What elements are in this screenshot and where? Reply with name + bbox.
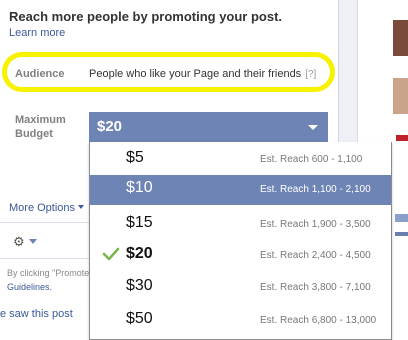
budget-option-amount: $20 (126, 245, 153, 262)
budget-option-amount: $30 (126, 277, 153, 294)
budget-option[interactable]: $15 Est. Reach 1,900 - 3,500 (90, 210, 391, 240)
thumbnail-fragment (395, 232, 408, 236)
more-options-link[interactable]: More Options (9, 202, 85, 214)
thumbnail-fragment (396, 135, 408, 141)
divider (0, 222, 90, 223)
budget-option-amount: $15 (126, 214, 153, 231)
budget-option-reach: Est. Reach 2,400 - 4,500 (260, 250, 371, 261)
budget-option[interactable]: $50 Est. Reach 6,800 - 13,000 (90, 306, 391, 336)
budget-option-reach: Est. Reach 3,800 - 7,100 (260, 282, 371, 293)
triangle-down-icon (28, 239, 37, 244)
budget-dropdown-menu: $5 Est. Reach 600 - 1,100 $10 Est. Reach… (89, 142, 392, 340)
fine-print-line: By clicking "Promote (7, 268, 90, 278)
saw-post-link[interactable]: e saw this post (0, 308, 73, 320)
gear-icon: ⚙ (13, 234, 25, 249)
audience-value-text: People who like your Page and their frie… (89, 68, 302, 80)
learn-more-link[interactable]: Learn more (9, 27, 65, 39)
promote-heading: Reach more people by promoting your post… (9, 9, 283, 24)
profile-thumbnail[interactable] (393, 20, 408, 56)
fine-print: By clicking "Promote Guidelines. (7, 266, 92, 294)
budget-option[interactable]: $5 Est. Reach 600 - 1,100 (90, 145, 391, 175)
audience-help-link[interactable]: [?] (305, 69, 316, 80)
more-options-label: More Options (9, 202, 76, 214)
budget-select-value: $20 (97, 118, 123, 135)
audience-label: Audience (15, 68, 65, 80)
audience-value: People who like your Page and their frie… (89, 68, 316, 80)
thumbnail-fragment (395, 214, 408, 222)
profile-thumbnail[interactable] (393, 78, 408, 114)
check-icon (102, 247, 120, 266)
budget-option-selected[interactable]: $20 Est. Reach 2,400 - 4,500 (90, 241, 391, 271)
budget-option-reach: Est. Reach 1,900 - 3,500 (260, 219, 371, 230)
budget-option[interactable]: $10 Est. Reach 1,100 - 2,100 (90, 175, 391, 205)
budget-option-amount: $5 (126, 149, 144, 166)
gear-menu-button[interactable]: ⚙ (13, 234, 37, 250)
budget-option-reach: Est. Reach 1,100 - 2,100 (260, 184, 371, 195)
caret-down-icon (308, 125, 318, 130)
triangle-down-icon (78, 205, 85, 209)
budget-option-amount: $50 (126, 310, 153, 327)
budget-select[interactable]: $20 (89, 112, 328, 142)
budget-option-amount: $10 (126, 179, 153, 196)
budget-option-reach: Est. Reach 600 - 1,100 (260, 154, 363, 165)
budget-option-reach: Est. Reach 6,800 - 13,000 (260, 315, 377, 326)
maximum-budget-label: Maximum Budget (15, 114, 66, 140)
budget-option[interactable]: $30 Est. Reach 3,800 - 7,100 (90, 273, 391, 303)
divider (0, 258, 90, 259)
guidelines-link[interactable]: Guidelines. (7, 280, 92, 294)
